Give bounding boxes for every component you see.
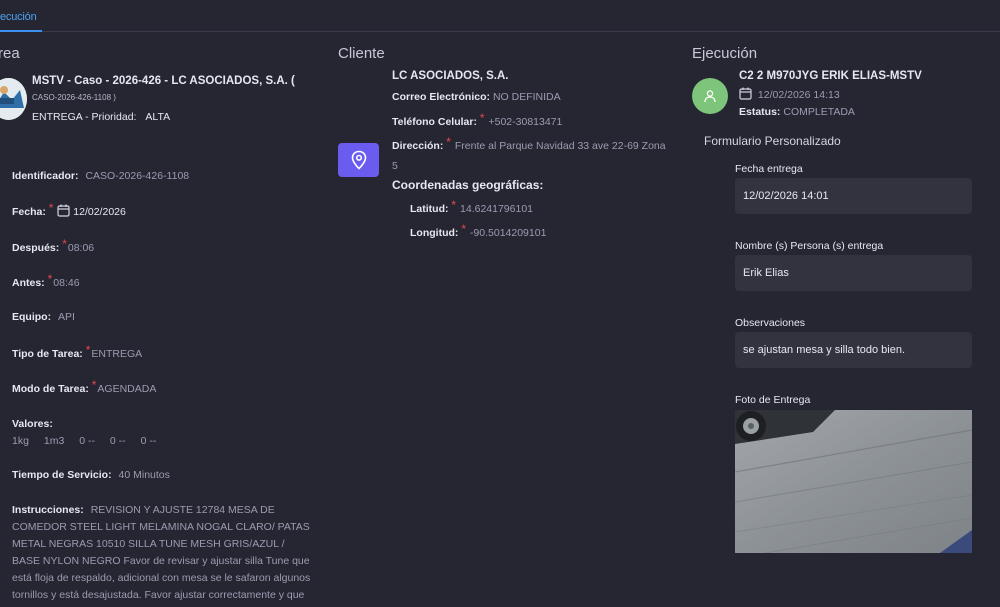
phone-label: Teléfono Celular: (392, 116, 477, 128)
agent-avatar (692, 78, 728, 114)
values-list: 1kg 1m3 0 -- 0 -- 0 -- (12, 435, 168, 447)
status-value: COMPLETADA (783, 106, 855, 118)
before-label: Antes: (12, 277, 45, 289)
longitude-label: Longitud: (410, 227, 459, 239)
client-email-row: Correo Electrónico: NO DEFINIDA (392, 91, 561, 103)
active-tab-indicator (0, 30, 42, 32)
map-pin-icon (351, 150, 366, 170)
service-time-label: Tiempo de Servicio: (12, 469, 112, 481)
address-value-line1: Frente al Parque Navidad 33 ave 22-69 Zo… (454, 140, 666, 152)
after-value: 08:06 (67, 242, 95, 254)
longitude-value: -90.5014209101 (469, 227, 547, 239)
date-label: Fecha: (12, 206, 46, 218)
date-row: Fecha: * 12/02/2026 (12, 201, 126, 218)
email-label: Correo Electrónico: (392, 91, 491, 103)
required-mark: * (85, 343, 91, 357)
team-value: API (58, 311, 75, 323)
execution-status-row: Estatus: COMPLETADA (739, 106, 855, 118)
delivery-photo[interactable] (735, 410, 972, 553)
required-mark: * (479, 111, 485, 125)
delivery-photo-label: Foto de Entrega (735, 394, 811, 406)
client-section-title: Cliente (338, 45, 385, 62)
value-item: 0 -- (140, 435, 157, 447)
required-mark: * (48, 201, 54, 215)
latitude-value: 14.6241796101 (460, 203, 534, 215)
instructions-label: Instrucciones: (12, 504, 84, 516)
required-mark: * (62, 237, 67, 251)
observations-label: Observaciones (735, 317, 806, 329)
task-mode-value: AGENDADA (97, 383, 157, 395)
value-item: 0 -- (109, 435, 126, 447)
value-item: 1m3 (43, 435, 65, 447)
values-label: Valores: (12, 418, 53, 430)
client-name: LC ASOCIADOS, S.A. (392, 70, 509, 82)
phone-value: +502-30813471 (488, 116, 563, 128)
team-label: Equipo: (12, 311, 52, 323)
user-icon (704, 90, 716, 103)
service-time-value: 40 Minutos (118, 469, 170, 481)
after-label: Después: (12, 242, 60, 254)
value-item: 1kg (12, 435, 29, 447)
address-label: Dirección: (392, 140, 444, 152)
longitude-row: Longitud: * -90.5014209101 (410, 222, 547, 239)
observations-field[interactable]: se ajustan mesa y silla todo bien. (735, 332, 972, 368)
task-mode-row: Modo de Tarea: *AGENDADA (12, 378, 157, 395)
map-location-button[interactable] (338, 143, 379, 177)
value-item: 0 -- (79, 435, 95, 447)
identifier-value: CASO-2026-426-1108 (85, 170, 190, 182)
execution-section-title: Ejecución (692, 45, 758, 62)
delivery-person-field[interactable]: Erik Elias (735, 255, 972, 291)
required-mark: * (461, 222, 466, 236)
delivery-date-field[interactable]: 12/02/2026 14:01 (735, 178, 972, 214)
custom-form-title: Formulario Personalizado (704, 134, 841, 148)
task-code: CASO-2026-426-1108 ) (32, 93, 116, 102)
task-type-row: Tipo de Tarea: *ENTREGA (12, 343, 143, 360)
delivery-person-label: Nombre (s) Persona (s) entrega (735, 240, 884, 252)
calendar-icon (739, 87, 752, 100)
required-mark: * (446, 135, 451, 149)
delivery-date-label: Fecha entrega (735, 163, 803, 175)
latitude-label: Latitud: (410, 203, 449, 215)
task-mode-label: Modo de Tarea: (12, 383, 89, 395)
values-label-row: Valores: (12, 418, 53, 430)
task-type-priority: ENTREGA - Prioridad: ALTA (32, 111, 170, 123)
client-phone-row: Teléfono Celular: * +502-30813471 (392, 111, 563, 128)
tab-ejecucion[interactable]: ecución (0, 11, 37, 32)
address-value-line2: 5 (392, 160, 398, 172)
after-row: Después: *08:06 (12, 237, 95, 254)
task-type-value: ENTREGA (91, 348, 143, 360)
task-type-priority-label: ENTREGA - Prioridad: (32, 111, 137, 123)
client-address-row: Dirección: * Frente al Parque Navidad 33… (392, 135, 666, 152)
coords-title: Coordenadas geográficas: (392, 178, 544, 192)
required-mark: * (451, 198, 457, 212)
agent-name: C2 2 M970JYG ERIK ELIAS-MSTV (739, 70, 922, 82)
tab-bar: ecución (0, 0, 1000, 32)
priority-value: ALTA (145, 111, 171, 123)
service-time-row: Tiempo de Servicio: 40 Minutos (12, 469, 170, 481)
required-mark: * (91, 378, 97, 392)
task-name: MSTV - Caso - 2026-426 - LC ASOCIADOS, S… (32, 75, 295, 87)
execution-datetime-row: 12/02/2026 14:13 (739, 87, 840, 101)
instructions: Instrucciones: REVISION Y AJUSTE 12784 M… (12, 502, 312, 604)
date-value: 12/02/2026 (73, 206, 126, 218)
execution-datetime: 12/02/2026 14:13 (757, 89, 840, 101)
team-row: Equipo: API (12, 311, 75, 323)
before-row: Antes: *08:46 (12, 272, 80, 289)
before-value: 08:46 (53, 277, 80, 289)
latitude-row: Latitud: * 14.6241796101 (410, 198, 534, 215)
instructions-text: REVISION Y AJUSTE 12784 MESA DE COMEDOR … (12, 504, 311, 601)
status-label: Estatus: (739, 106, 781, 118)
identifier-label: Identificador: (12, 170, 79, 182)
calendar-icon (57, 204, 70, 217)
identifier-row: Identificador: CASO-2026-426-1108 (12, 170, 189, 182)
task-type-label: Tipo de Tarea: (12, 348, 83, 360)
email-value: NO DEFINIDA (492, 91, 561, 103)
required-mark: * (47, 272, 53, 286)
task-section-title: rea (0, 45, 20, 62)
task-avatar (0, 78, 27, 120)
